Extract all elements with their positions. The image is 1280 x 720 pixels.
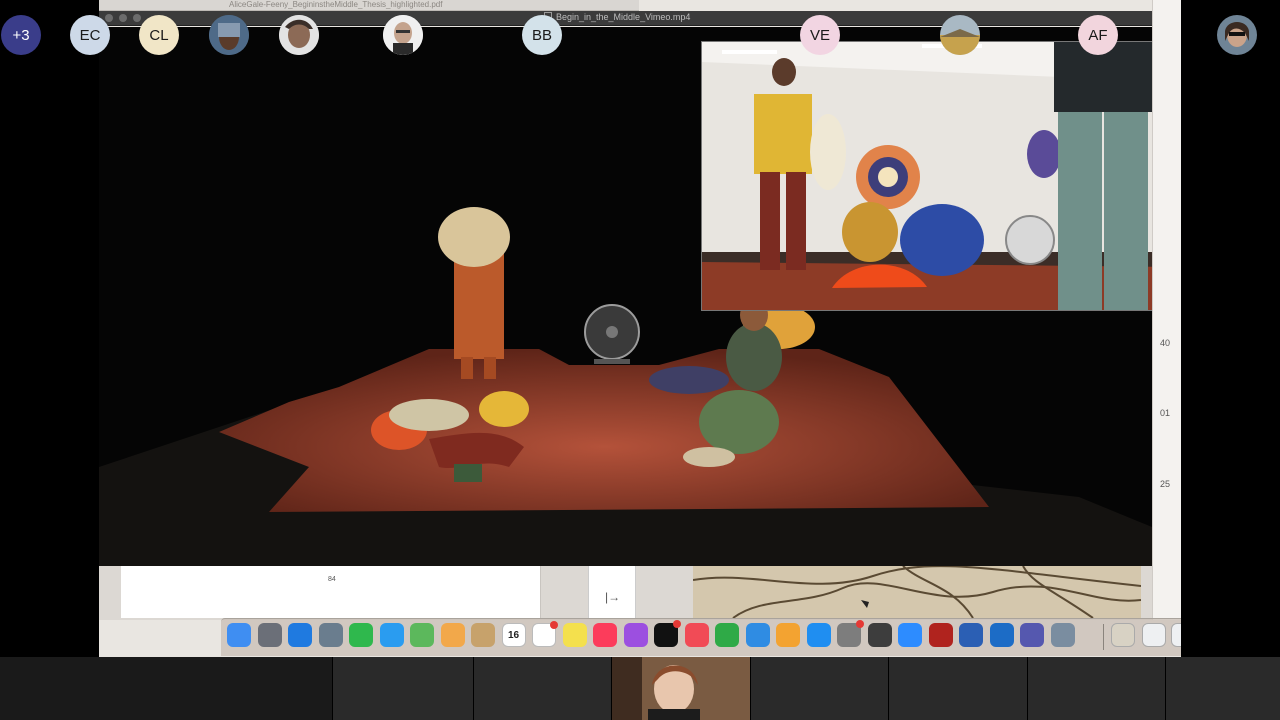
dock-stickies-icon[interactable] (562, 623, 587, 647)
participant-tile (1166, 657, 1280, 720)
dock-notes-icon[interactable] (471, 623, 495, 647)
collapse-sidebar-icon[interactable]: |→ (605, 590, 620, 604)
active-speaker-video[interactable] (612, 657, 750, 720)
participant-photo-avatar[interactable] (940, 15, 980, 55)
dock-podcasts-icon[interactable] (623, 623, 648, 647)
dock-doc-thumbnail-1-icon[interactable] (1111, 623, 1135, 647)
pdf-side-strip: 40 01 25 (1152, 0, 1181, 620)
dock-preview-icon[interactable] (318, 623, 343, 647)
close-window-button[interactable] (105, 14, 113, 22)
pdf-side-number: 40 (1160, 338, 1171, 348)
dock-calendar-icon[interactable]: 16 (501, 623, 526, 647)
notification-badge (673, 620, 681, 628)
pdf-window-titlebar[interactable]: AliceGale-Feeny_BegininstheMiddle_Thesis… (99, 0, 639, 11)
shared-screen: AliceGale-Feeny_BegininstheMiddle_Thesis… (99, 0, 1181, 657)
participant-avatar[interactable]: AF (1078, 15, 1118, 55)
participant-photo-avatar[interactable] (209, 15, 249, 55)
zoom-window-button[interactable] (133, 14, 141, 22)
dock-doc-thumbnail-3-icon[interactable] (1171, 623, 1181, 647)
dock-safari-icon[interactable] (288, 623, 312, 647)
participant-tile (889, 657, 1027, 720)
pdf-page: 84 (121, 566, 541, 618)
calendar-day: 16 (507, 629, 520, 641)
dock-zoom-icon[interactable] (898, 623, 922, 647)
pdf-toolbar-strip[interactable]: |→ (588, 566, 636, 618)
dock-app-store-icon[interactable] (806, 623, 831, 647)
dock-teams-icon[interactable] (1020, 623, 1044, 647)
dock-facetime-icon[interactable] (349, 623, 373, 647)
participant-tile (474, 657, 611, 720)
pdf-side-number: 25 (1160, 479, 1171, 489)
video-window-titlebar[interactable]: Begin_in_the_Middle_Vimeo.mp4 (99, 11, 1152, 26)
participant-avatar[interactable]: EC (70, 15, 110, 55)
dock-music-icon[interactable] (593, 623, 617, 647)
participant-avatar[interactable]: CL (139, 15, 179, 55)
window-controls[interactable] (105, 14, 141, 22)
screen-root: AliceGale-Feeny_BegininstheMiddle_Thesis… (0, 0, 1280, 720)
pdf-page-number: 84 (328, 576, 336, 583)
dock-keynote-icon[interactable] (745, 623, 770, 647)
dock-numbers-icon[interactable] (715, 623, 739, 647)
dock-acrobat-icon[interactable] (928, 623, 953, 647)
participant-tile (333, 657, 473, 720)
dock-separator (1103, 624, 1104, 650)
more-participants-button[interactable]: +3 (1, 15, 41, 55)
minimize-window-button[interactable] (119, 14, 127, 22)
dock-quicktime-icon[interactable] (867, 623, 892, 647)
dock-reminders-icon[interactable] (532, 621, 558, 647)
dock-doc-thumbnail-2-icon[interactable] (1142, 623, 1166, 647)
notification-badge (550, 621, 558, 629)
participant-photo-avatar[interactable] (279, 15, 319, 55)
dock-system-preferences-icon[interactable] (837, 620, 864, 647)
dock-word-icon[interactable] (959, 623, 983, 647)
pdf-side-number: 01 (1160, 408, 1171, 418)
dock-messages-icon[interactable] (379, 623, 404, 647)
participant-tile-group (0, 657, 332, 720)
participant-photo-avatar[interactable] (1217, 15, 1257, 55)
dock-finder-icon[interactable] (227, 623, 251, 647)
notification-badge (856, 620, 864, 628)
video-window-title: Begin_in_the_Middle_Vimeo.mp4 (556, 12, 691, 22)
participant-tile (751, 657, 888, 720)
participant-photo-avatar[interactable] (383, 15, 423, 55)
macos-dock: 16 (221, 618, 1181, 656)
dock-outlook-icon[interactable] (989, 623, 1014, 647)
participant-avatar[interactable]: BB (522, 15, 562, 55)
map-image (693, 566, 1141, 618)
dock-preview-2-icon[interactable] (1050, 623, 1075, 647)
dock-launchpad-icon[interactable] (257, 623, 282, 647)
video-frame[interactable] (99, 27, 1152, 566)
dock-tv-icon[interactable] (654, 620, 681, 647)
dock-maps-icon[interactable] (410, 623, 434, 647)
picture-in-picture-video[interactable] (701, 41, 1152, 311)
dock-photos-icon[interactable] (440, 623, 465, 647)
participant-avatar[interactable]: VE (800, 15, 840, 55)
dock-pages-icon[interactable] (776, 623, 800, 647)
pdf-window-title: AliceGale-Feeny_BegininstheMiddle_Thesis… (229, 0, 443, 9)
dock-news-icon[interactable] (684, 623, 709, 647)
participant-tile (1028, 657, 1165, 720)
